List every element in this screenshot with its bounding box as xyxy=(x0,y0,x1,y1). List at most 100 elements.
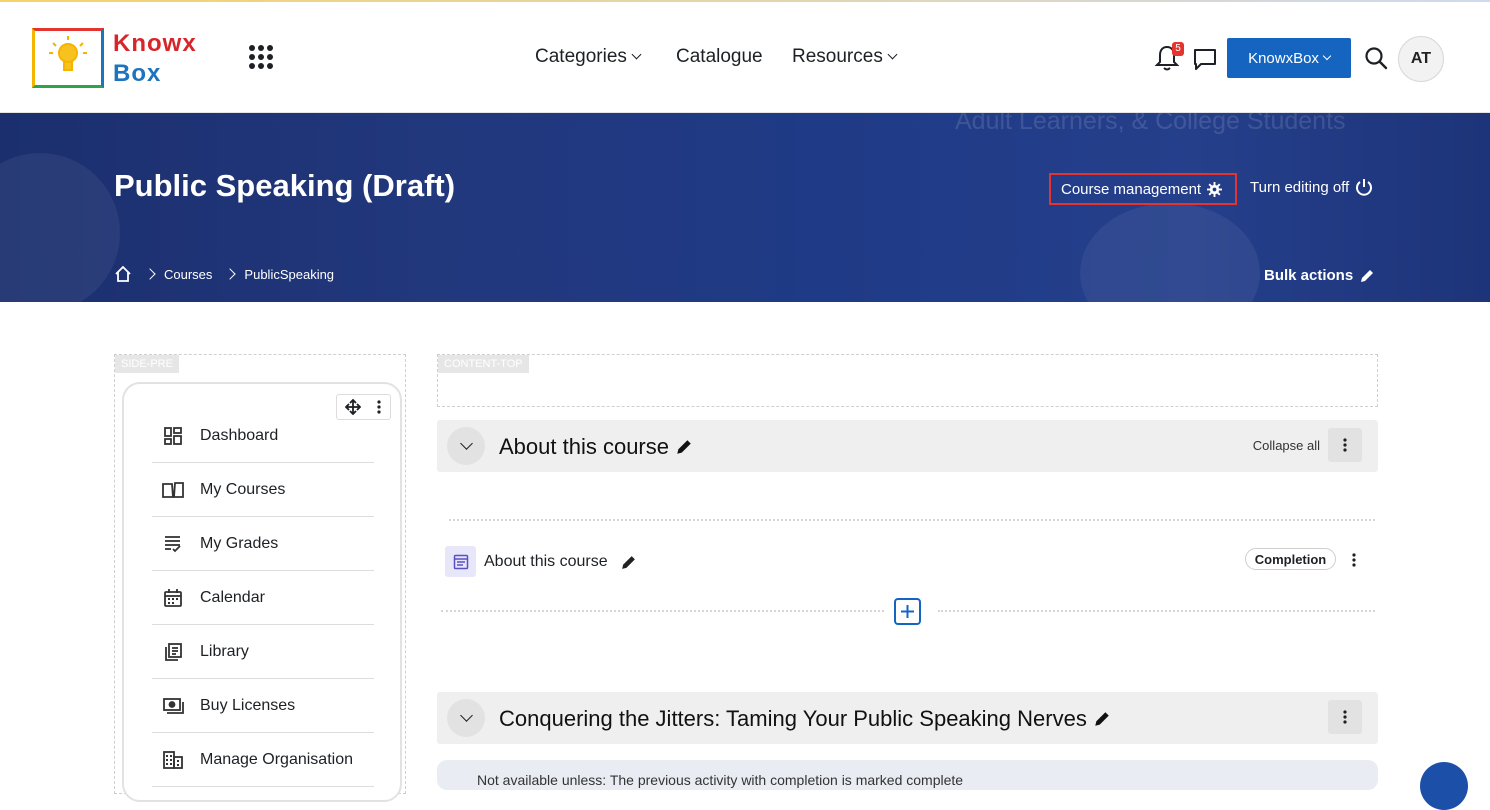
section-title: About this course xyxy=(499,434,693,460)
license-icon xyxy=(161,694,185,718)
pencil-icon[interactable] xyxy=(620,554,637,571)
logo-frame xyxy=(32,28,104,88)
sidebar-item-calendar[interactable]: Calendar xyxy=(152,571,374,625)
kebab-menu-icon[interactable] xyxy=(1351,552,1357,568)
chevron-down-icon xyxy=(631,49,642,60)
section-collapse-toggle[interactable] xyxy=(447,699,485,737)
add-activity-button[interactable] xyxy=(894,598,921,625)
kebab-menu-icon[interactable] xyxy=(376,399,382,415)
banner-decor xyxy=(1080,203,1260,302)
chevron-down-icon xyxy=(887,49,898,60)
book-open-icon xyxy=(161,478,185,502)
turn-editing-off-button[interactable]: Turn editing off xyxy=(1250,178,1373,196)
course-management-label: Course management xyxy=(1061,180,1202,198)
region-label: CONTENT-TOP xyxy=(438,355,529,373)
sidebar-item-label: Buy Licenses xyxy=(200,696,296,714)
nav-categories[interactable]: Categories xyxy=(535,46,642,68)
chevron-down-icon xyxy=(459,708,473,722)
nav-catalogue-label: Catalogue xyxy=(676,46,763,67)
chevron-down-icon xyxy=(459,436,473,450)
breadcrumb: Courses PublicSpeaking xyxy=(114,265,334,283)
region-label: SIDE-PRE xyxy=(115,355,179,373)
sidebar-item-buy-licenses[interactable]: Buy Licenses xyxy=(152,679,374,733)
calendar-icon xyxy=(161,586,185,610)
plus-icon xyxy=(901,605,914,618)
nav-categories-label: Categories xyxy=(535,46,627,67)
logo-text-knowx: Knowx xyxy=(113,30,197,57)
restriction-notice: Not available unless: The previous activ… xyxy=(437,760,1378,790)
add-activity-divider xyxy=(441,610,884,612)
dashboard-icon xyxy=(161,424,185,448)
account-menu-button[interactable]: KnowxBox xyxy=(1227,38,1351,78)
side-pre-region: SIDE-PRE Dashboard My Courses My Grades … xyxy=(114,354,406,802)
section-divider xyxy=(449,519,1375,521)
library-icon xyxy=(161,640,185,664)
restriction-text: Not available unless: The previous activ… xyxy=(477,772,964,788)
section-menu-button[interactable] xyxy=(1328,428,1362,462)
sidebar-item-my-courses[interactable]: My Courses xyxy=(152,463,374,517)
section-title-text: About this course xyxy=(499,434,669,459)
section-header-jitters: Conquering the Jitters: Taming Your Publ… xyxy=(437,692,1378,744)
sidebar-item-label: My Courses xyxy=(200,480,286,498)
nav-resources-label: Resources xyxy=(792,46,883,67)
sidebar-item-label: Library xyxy=(200,642,249,660)
section-header-about: About this course Collapse all xyxy=(437,420,1378,472)
add-activity-divider xyxy=(938,610,1375,612)
home-icon[interactable] xyxy=(114,265,132,283)
organisation-icon xyxy=(161,748,185,772)
activity-link[interactable]: About this course xyxy=(484,553,637,571)
course-management-button[interactable]: Course management xyxy=(1049,173,1237,205)
breadcrumb-separator-icon xyxy=(224,268,237,280)
course-header-banner: Adult Learners, & College Students Publi… xyxy=(0,113,1490,302)
sidebar-item-library[interactable]: Library xyxy=(152,625,374,679)
banner-decor xyxy=(0,153,120,302)
sidebar-item-label: My Grades xyxy=(200,534,279,552)
breadcrumb-item-course[interactable]: PublicSpeaking xyxy=(244,267,334,282)
banner-background-text: Adult Learners, & College Students xyxy=(955,113,1346,135)
breadcrumb-item-courses[interactable]: Courses xyxy=(164,267,212,282)
sidebar-item-my-grades[interactable]: My Grades xyxy=(152,517,374,571)
navbar: Knowx Box Categories Catalogue Resources… xyxy=(0,2,1490,113)
activity-row: About this course Completion xyxy=(445,546,1375,578)
search-icon[interactable] xyxy=(1364,46,1388,70)
user-avatar[interactable]: AT xyxy=(1398,36,1444,82)
sidebar-item-label: Calendar xyxy=(200,588,265,606)
power-icon xyxy=(1356,179,1373,196)
pencil-icon[interactable] xyxy=(1093,710,1111,728)
lightbulb-icon xyxy=(49,36,87,71)
sidebar-item-dashboard[interactable]: Dashboard xyxy=(152,409,374,463)
section-menu-button[interactable] xyxy=(1328,700,1362,734)
completion-button[interactable]: Completion xyxy=(1245,548,1336,570)
help-button[interactable] xyxy=(1420,762,1468,810)
gear-icon xyxy=(1207,181,1223,197)
page-activity-icon xyxy=(445,546,476,577)
navigation-block: Dashboard My Courses My Grades Calendar … xyxy=(122,382,402,802)
logo-text-box: Box xyxy=(113,60,162,87)
bulk-actions-button[interactable]: Bulk actions xyxy=(1264,267,1375,284)
notification-badge: 5 xyxy=(1172,42,1184,56)
kebab-menu-icon xyxy=(1343,710,1347,724)
grades-list-icon xyxy=(161,532,185,556)
apps-grid-icon[interactable] xyxy=(249,45,273,69)
pencil-icon[interactable] xyxy=(675,438,693,456)
sidebar-item-manage-organisation[interactable]: Manage Organisation xyxy=(152,733,374,787)
account-menu-label: KnowxBox xyxy=(1248,49,1319,67)
chevron-down-icon xyxy=(1322,51,1332,61)
section-title: Conquering the Jitters: Taming Your Publ… xyxy=(499,706,1111,732)
page-title: Public Speaking (Draft) xyxy=(114,168,456,203)
turn-editing-off-label: Turn editing off xyxy=(1250,178,1350,196)
section-title-text: Conquering the Jitters: Taming Your Publ… xyxy=(499,706,1087,731)
content-top-region: CONTENT-TOP xyxy=(437,354,1378,407)
chat-icon[interactable] xyxy=(1192,46,1218,72)
breadcrumb-separator-icon xyxy=(144,268,156,280)
activity-name: About this course xyxy=(484,553,608,570)
section-collapse-toggle[interactable] xyxy=(447,427,485,465)
nav-resources[interactable]: Resources xyxy=(792,46,898,68)
sidebar-item-label: Dashboard xyxy=(200,426,279,444)
pencil-icon xyxy=(1361,269,1374,282)
bulk-actions-label: Bulk actions xyxy=(1264,267,1354,284)
site-logo[interactable]: Knowx Box xyxy=(30,26,210,92)
collapse-all-link[interactable]: Collapse all xyxy=(1253,438,1320,453)
sidebar-item-label: Manage Organisation xyxy=(200,750,353,768)
nav-catalogue[interactable]: Catalogue xyxy=(676,46,763,68)
